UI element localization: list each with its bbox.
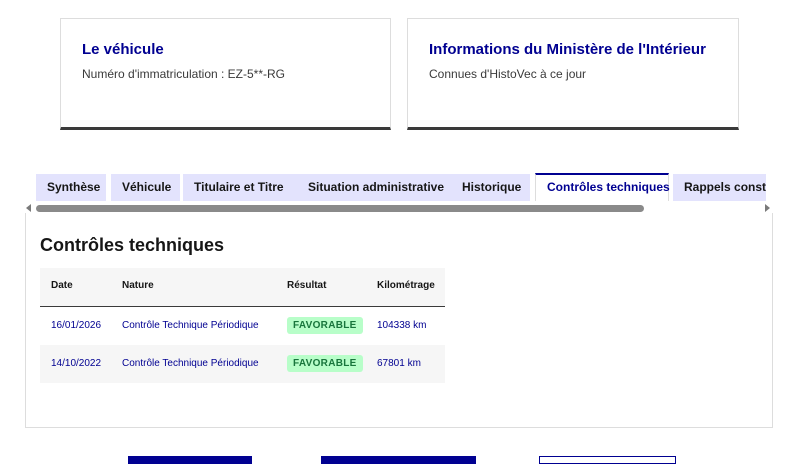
vehicle-card: Le véhicule Numéro d'immatriculation : E… xyxy=(60,18,391,130)
table-row: 14/10/2022 Contrôle Technique Périodique… xyxy=(40,345,445,383)
tabs-scrollbar-thumb[interactable] xyxy=(36,205,644,212)
panel-title: Contrôles techniques xyxy=(40,235,225,255)
registration-number: Numéro d'immatriculation : EZ-5**-RG xyxy=(82,67,286,81)
bottom-button-3[interactable] xyxy=(539,456,676,464)
tab-historique[interactable]: Historique xyxy=(451,174,530,201)
ministry-card-description: Connues d'HistoVec à ce jour xyxy=(429,67,587,81)
vehicle-card-title: Le véhicule xyxy=(82,41,164,58)
status-badge: FAVORABLE xyxy=(287,355,363,372)
cell-date: 16/01/2026 xyxy=(51,320,102,331)
tab-controles-techniques[interactable]: Contrôles techniques xyxy=(535,173,670,201)
tab-vehicule[interactable]: Véhicule xyxy=(111,174,180,201)
inspections-table: Date Nature Résultat Kilométrage 16/01/2… xyxy=(40,268,445,383)
cell-mileage: 67801 km xyxy=(377,358,421,369)
triangle-left-icon[interactable] xyxy=(26,204,31,212)
cell-mileage: 104338 km xyxy=(377,320,427,331)
column-header-nature: Nature xyxy=(122,280,154,291)
cell-date: 14/10/2022 xyxy=(51,358,102,369)
column-header-mileage: Kilométrage xyxy=(377,280,435,291)
ministry-card-title: Informations du Ministère de l'Intérieur xyxy=(429,41,706,58)
table-header: Date Nature Résultat Kilométrage xyxy=(40,268,445,307)
column-header-result: Résultat xyxy=(287,280,327,291)
bottom-button-2[interactable] xyxy=(321,456,476,464)
tab-synthese[interactable]: Synthèse xyxy=(36,174,106,201)
status-badge: FAVORABLE xyxy=(287,317,363,334)
bottom-button-1[interactable] xyxy=(128,456,252,464)
tab-list: Synthèse Véhicule Titulaire et Titre Sit… xyxy=(36,173,766,201)
tab-rappels-constructeur[interactable]: Rappels constructeur xyxy=(673,174,766,201)
triangle-right-icon[interactable] xyxy=(765,204,770,212)
tab-panel-controles-techniques: Contrôles techniques Date Nature Résulta… xyxy=(25,213,773,428)
ministry-card: Informations du Ministère de l'Intérieur… xyxy=(407,18,739,130)
table-row: 16/01/2026 Contrôle Technique Périodique… xyxy=(40,307,445,345)
column-header-date: Date xyxy=(51,280,73,291)
cell-nature: Contrôle Technique Périodique xyxy=(122,358,259,369)
cell-nature: Contrôle Technique Périodique xyxy=(122,320,259,331)
